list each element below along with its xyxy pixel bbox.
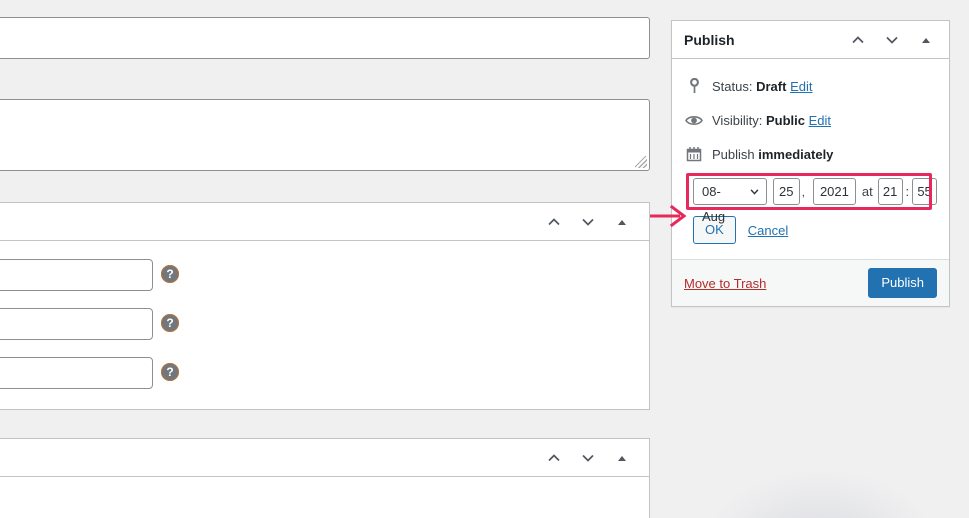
- custom-field-input[interactable]: [0, 308, 153, 340]
- publish-metabox-title: Publish: [684, 21, 735, 59]
- schedule-label: Publish: [712, 147, 755, 162]
- move-up-button[interactable]: [541, 209, 567, 235]
- year-input[interactable]: 2021: [813, 178, 856, 205]
- post-excerpt-textarea[interactable]: [0, 99, 650, 171]
- month-select-value: 08-Aug: [702, 184, 725, 224]
- publish-metabox-body: Status: Draft Edit Visibility: Public Ed…: [672, 59, 949, 259]
- move-down-button[interactable]: [575, 209, 601, 235]
- background-glow: [700, 468, 940, 518]
- visibility-label: Visibility:: [712, 113, 762, 128]
- custom-field-input[interactable]: [0, 357, 153, 389]
- editor-main-column: ? ? ?: [0, 0, 650, 518]
- hour-input[interactable]: 21: [878, 178, 903, 205]
- move-to-trash-link[interactable]: Move to Trash: [684, 276, 766, 291]
- publish-metabox-header[interactable]: Publish: [672, 21, 949, 59]
- eye-icon: [684, 110, 704, 130]
- day-input[interactable]: 25: [773, 178, 800, 205]
- triangle-up-icon: [616, 452, 628, 464]
- visibility-edit-link[interactable]: Edit: [809, 113, 831, 128]
- status-label: Status:: [712, 79, 752, 94]
- minute-input[interactable]: 55: [912, 178, 937, 205]
- status-row: Status: Draft Edit: [684, 69, 937, 103]
- metabox-handle-group: [541, 439, 635, 477]
- help-circle-icon[interactable]: ?: [161, 363, 179, 381]
- custom-field-input[interactable]: [0, 259, 153, 291]
- schedule-value: immediately: [758, 147, 833, 162]
- toggle-panel-button[interactable]: [609, 209, 635, 235]
- move-down-button[interactable]: [879, 27, 905, 53]
- datetime-editor: 08-Aug 25 , 2021 at 21 : 55: [684, 175, 937, 208]
- schedule-row: Publish immediately: [684, 137, 937, 171]
- chevron-up-icon: [546, 214, 562, 230]
- month-select[interactable]: 08-Aug: [693, 178, 767, 205]
- status-value: Draft: [756, 79, 786, 94]
- time-separator: :: [903, 184, 913, 199]
- custom-field-row: ?: [0, 255, 649, 304]
- move-up-button[interactable]: [541, 445, 567, 471]
- datetime-controls: 08-Aug 25 , 2021 at 21 : 55: [684, 175, 937, 208]
- visibility-value: Public: [766, 113, 805, 128]
- visibility-row: Visibility: Public Edit: [684, 103, 937, 137]
- chevron-up-icon: [850, 32, 866, 48]
- status-text: Status: Draft Edit: [712, 79, 812, 94]
- triangle-up-icon: [616, 216, 628, 228]
- metabox-body: ? ? ?: [0, 241, 649, 402]
- chevron-down-icon: [750, 189, 759, 195]
- lower-metabox: [0, 438, 650, 518]
- publish-metabox-footer: Move to Trash Publish: [672, 259, 949, 306]
- move-down-button[interactable]: [575, 445, 601, 471]
- help-circle-icon[interactable]: ?: [161, 265, 179, 283]
- post-title-input[interactable]: [0, 17, 650, 59]
- schedule-text: Publish immediately: [712, 147, 833, 162]
- metabox-handle-group: [541, 203, 635, 241]
- cancel-link[interactable]: Cancel: [748, 223, 788, 238]
- chevron-down-icon: [580, 214, 596, 230]
- chevron-down-icon: [580, 450, 596, 466]
- chevron-down-icon: [884, 32, 900, 48]
- triangle-up-icon: [920, 34, 932, 46]
- publish-metabox: Publish: [671, 20, 950, 307]
- day-separator: ,: [800, 185, 807, 199]
- textarea-resize-handle[interactable]: [635, 156, 647, 168]
- status-edit-link[interactable]: Edit: [790, 79, 812, 94]
- metabox-body: [0, 477, 649, 491]
- toggle-panel-button[interactable]: [609, 445, 635, 471]
- move-up-button[interactable]: [845, 27, 871, 53]
- custom-fields-metabox: ? ? ?: [0, 202, 650, 410]
- custom-field-row: ?: [0, 304, 649, 353]
- visibility-text: Visibility: Public Edit: [712, 113, 831, 128]
- at-label: at: [856, 184, 878, 199]
- chevron-up-icon: [546, 450, 562, 466]
- help-circle-icon[interactable]: ?: [161, 314, 179, 332]
- calendar-icon: [684, 144, 704, 164]
- wordpress-post-editor-screen: ? ? ?: [0, 0, 969, 518]
- custom-field-row: ?: [0, 353, 649, 402]
- pin-icon: [684, 76, 704, 96]
- publish-button[interactable]: Publish: [868, 268, 937, 298]
- metabox-header[interactable]: [0, 439, 649, 477]
- publish-handle-group: [845, 21, 939, 59]
- toggle-panel-button[interactable]: [913, 27, 939, 53]
- metabox-header[interactable]: [0, 203, 649, 241]
